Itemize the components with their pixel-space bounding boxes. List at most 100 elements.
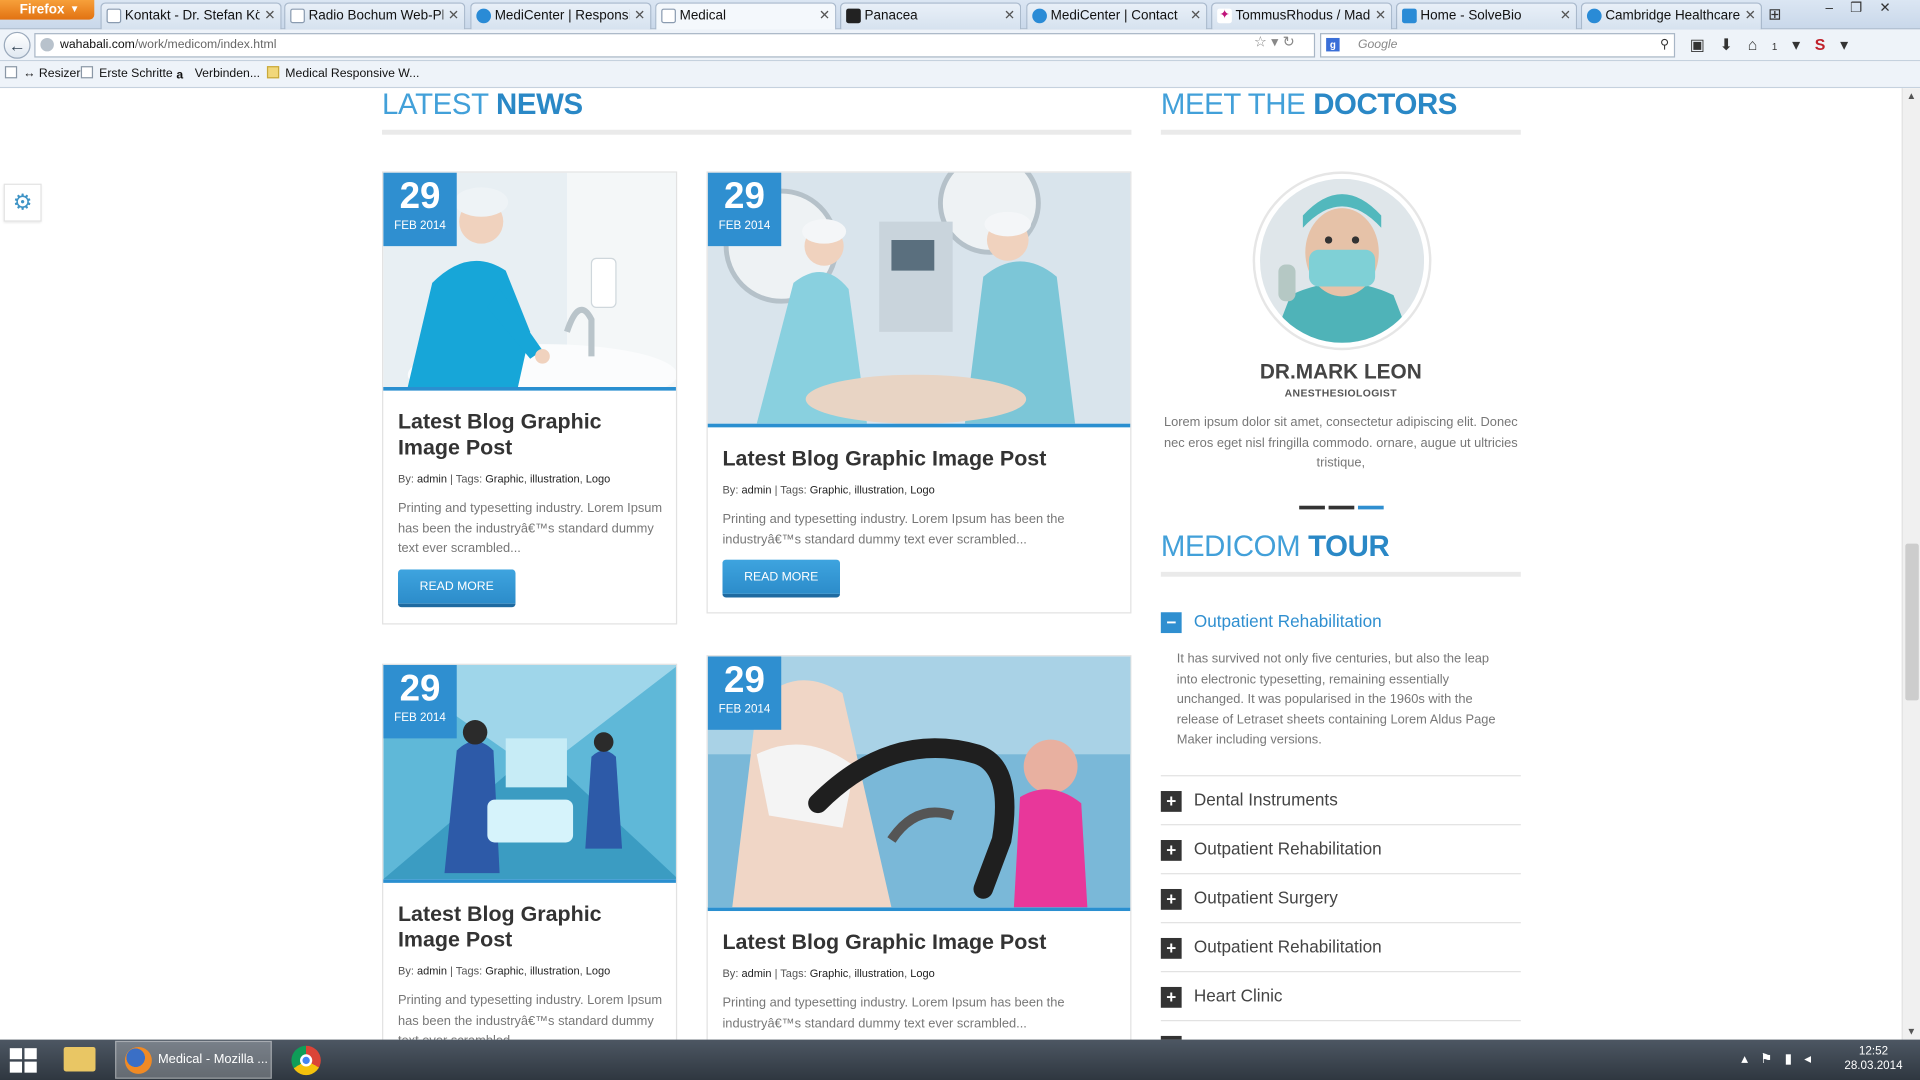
read-more-button[interactable]: READ MORE [397, 569, 516, 608]
tab-kontakt[interactable]: Kontakt - Dr. Stefan Köni...✕ [100, 2, 282, 30]
search-input[interactable]: g Google ⚲ [1320, 33, 1676, 58]
close-icon[interactable]: ✕ [1745, 4, 1756, 28]
pager-dot-active[interactable] [1357, 505, 1384, 510]
post-title[interactable]: Latest Blog Graphic Image Post [398, 901, 667, 952]
scroll-down-icon[interactable]: ▼ [1907, 1026, 1917, 1037]
menu-icon[interactable]: ▾ [1792, 36, 1815, 54]
tab-cambridge[interactable]: Cambridge Healthcare ✕ [1580, 2, 1763, 30]
read-more-button[interactable]: READ MORE [722, 559, 841, 598]
tab-medicenter-contact[interactable]: MediCenter | Contact ✕ [1026, 2, 1208, 30]
tab-tommusrhodus[interactable]: ✦TommusRhodus / Madel...✕ [1211, 2, 1393, 30]
close-icon[interactable]: ✕ [1375, 4, 1386, 28]
dropdown-icon[interactable]: ▾ [1271, 33, 1278, 50]
tab-radio-bochum[interactable]: Radio Bochum Web-Player✕ [284, 2, 466, 30]
overflow-icon[interactable]: ▾ [1840, 36, 1863, 54]
author-link[interactable]: admin [417, 473, 447, 485]
bookmark-resizer[interactable]: ↔ Resizer [4, 61, 80, 88]
accordion-header[interactable]: + Outpatient Rehabilitation [1160, 923, 1521, 973]
restore-icon[interactable]: ❐ [1850, 1, 1879, 16]
pager-dot[interactable] [1328, 505, 1355, 510]
accordion-header[interactable]: + Outpatient Rehabilitation [1160, 825, 1521, 875]
scrollbar-thumb[interactable] [1905, 543, 1919, 701]
tab-solvebio[interactable]: Home - SolveBio ✕ [1395, 2, 1578, 30]
accordion-title: Outpatient Rehabilitation [1193, 838, 1382, 859]
close-icon[interactable]: ✕ [1004, 4, 1015, 28]
accordion-title: Outpatient Rehabilitation [1193, 936, 1382, 957]
flag-icon[interactable]: ⚑ [1760, 1052, 1784, 1067]
volume-icon[interactable]: ◂ [1804, 1052, 1823, 1067]
tag-link[interactable]: Logo [910, 967, 935, 979]
post-title[interactable]: Latest Blog Graphic Image Post [722, 446, 1114, 472]
tab-label: MediCenter | Contact [1050, 8, 1178, 24]
home-icon[interactable]: ⌂ [1748, 36, 1772, 54]
author-link[interactable]: admin [417, 965, 447, 977]
taskbar-firefox-window[interactable]: Medical - Mozilla ... [115, 1040, 272, 1079]
tag-link[interactable]: illustration [854, 967, 904, 979]
date-month: FEB 2014 [394, 219, 446, 233]
page-icon [80, 66, 94, 79]
search-icon[interactable]: ⚲ [1660, 34, 1669, 56]
notification-badge[interactable]: 1 [1772, 42, 1792, 53]
tag-link[interactable]: Logo [910, 484, 935, 496]
start-button[interactable] [9, 1048, 37, 1073]
close-icon[interactable]: ✕ [819, 4, 830, 28]
window-controls[interactable]: –❐✕ [1825, 0, 1907, 16]
tab-medical[interactable]: Medical ✕ [655, 2, 837, 31]
close-icon[interactable]: ✕ [448, 4, 459, 28]
accordion-header-open[interactable]: − Outpatient Rehabilitation [1160, 598, 1521, 647]
chrome-icon[interactable] [291, 1045, 321, 1076]
bookmarks-menu-icon[interactable]: ▣ [1690, 36, 1720, 54]
tab-label: Kontakt - Dr. Stefan Köni... [124, 8, 260, 24]
addon-s-icon[interactable]: S [1815, 36, 1840, 54]
tag-link[interactable]: illustration [530, 473, 580, 485]
bookmark-erste-schritte[interactable]: Erste Schritte [80, 61, 173, 88]
tag-link[interactable]: illustration [530, 965, 580, 977]
bookmark-star-icon[interactable]: ☆ [1254, 33, 1267, 50]
screen: Firefox▼ Kontakt - Dr. Stefan Köni...✕ R… [0, 0, 1920, 1080]
back-button[interactable]: ← [3, 31, 31, 59]
accordion-header[interactable]: + [1160, 1021, 1521, 1040]
tag-link[interactable]: illustration [854, 484, 904, 496]
close-window-icon[interactable]: ✕ [1879, 1, 1907, 16]
post-title[interactable]: Latest Blog Graphic Image Post [722, 929, 1114, 955]
close-icon[interactable]: ✕ [264, 4, 275, 28]
accordion-header[interactable]: + Dental Instruments [1160, 776, 1521, 826]
post-title[interactable]: Latest Blog Graphic Image Post [398, 409, 667, 460]
accordion-header[interactable]: + Heart Clinic [1160, 972, 1521, 1022]
page-icon [290, 8, 305, 24]
close-icon[interactable]: ✕ [1190, 4, 1201, 28]
download-icon[interactable]: ⬇ [1720, 36, 1748, 54]
firefox-menu-button[interactable]: Firefox ▼ [0, 0, 95, 20]
tag-link[interactable]: Logo [586, 473, 611, 485]
network-icon[interactable]: ▮ [1785, 1052, 1805, 1067]
scroll-up-icon[interactable]: ▲ [1907, 91, 1917, 102]
page-icon [661, 8, 676, 24]
tag-link[interactable]: Graphic [810, 484, 849, 496]
file-explorer-icon[interactable] [63, 1046, 96, 1072]
heading-light: LATEST [382, 88, 496, 122]
reload-icon[interactable]: ↻ [1283, 33, 1295, 50]
tab-list-icon[interactable]: ⊞ [1768, 5, 1781, 25]
pager-dot[interactable] [1299, 505, 1325, 510]
author-link[interactable]: admin [741, 484, 771, 496]
tray-up-arrow-icon[interactable]: ▴ [1741, 1052, 1760, 1067]
clock[interactable]: 12:52 28.03.2014 [1832, 1044, 1915, 1073]
tag-link[interactable]: Graphic [485, 965, 524, 977]
tab-medicenter[interactable]: MediCenter | Responsive ...✕ [470, 2, 652, 30]
tag-link[interactable]: Logo [586, 965, 611, 977]
close-icon[interactable]: ✕ [1560, 4, 1571, 28]
accordion-header[interactable]: + Outpatient Surgery [1160, 874, 1521, 924]
tab-panacea[interactable]: Panacea ✕ [840, 2, 1022, 30]
url-bar[interactable]: wahabali.com/work/medicom/index.html [34, 33, 1316, 58]
vertical-scrollbar[interactable]: ▲ ▼ [1901, 88, 1920, 1040]
author-link[interactable]: admin [741, 967, 771, 979]
bookmark-verbinden[interactable]: a Verbinden... [176, 61, 260, 88]
tag-link[interactable]: Graphic [810, 967, 849, 979]
settings-gear-button[interactable]: ⚙ [3, 183, 42, 222]
close-icon[interactable]: ✕ [634, 4, 645, 28]
bookmark-medical-responsive[interactable]: Medical Responsive W... [266, 61, 419, 88]
google-icon: g [1326, 37, 1340, 52]
post-meta: By: admin | Tags: Graphic, illustration,… [722, 967, 935, 980]
minimize-icon[interactable]: – [1825, 1, 1850, 16]
tag-link[interactable]: Graphic [485, 473, 524, 485]
